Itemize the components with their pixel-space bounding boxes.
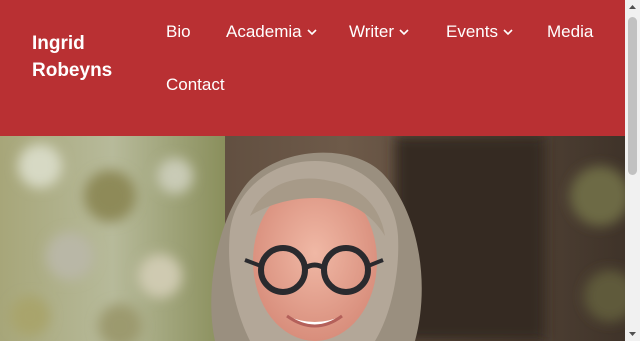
- vertical-scrollbar[interactable]: [625, 0, 640, 341]
- nav-item-label: Writer: [349, 22, 395, 41]
- nav-item-academia[interactable]: Academia: [226, 22, 317, 42]
- nav-item-events[interactable]: Events: [446, 22, 513, 42]
- site-title-link[interactable]: Ingrid Robeyns: [32, 30, 142, 84]
- chevron-down-icon: [503, 29, 513, 36]
- nav-item-label: Media: [547, 22, 594, 41]
- chevron-down-icon: [307, 29, 317, 36]
- nav-item-label: Academia: [226, 22, 302, 41]
- nav-item-contact[interactable]: Contact: [166, 75, 225, 95]
- portrait-photo-icon: [0, 136, 625, 341]
- nav-item-bio[interactable]: Bio: [166, 22, 191, 42]
- hero-portrait-photo: [0, 136, 625, 341]
- nav-item-media[interactable]: Media: [547, 22, 593, 42]
- site-header: Ingrid Robeyns Bio Academia Writer Event…: [0, 0, 625, 136]
- nav-item-label: Contact: [166, 75, 225, 94]
- scroll-down-arrow-icon[interactable]: [625, 326, 640, 341]
- chevron-down-icon: [399, 29, 409, 36]
- nav-item-writer[interactable]: Writer: [349, 22, 409, 42]
- nav-item-label: Events: [446, 22, 498, 41]
- scroll-up-arrow-icon[interactable]: [625, 0, 640, 15]
- nav-item-label: Bio: [166, 22, 191, 41]
- scrollbar-thumb[interactable]: [628, 17, 637, 175]
